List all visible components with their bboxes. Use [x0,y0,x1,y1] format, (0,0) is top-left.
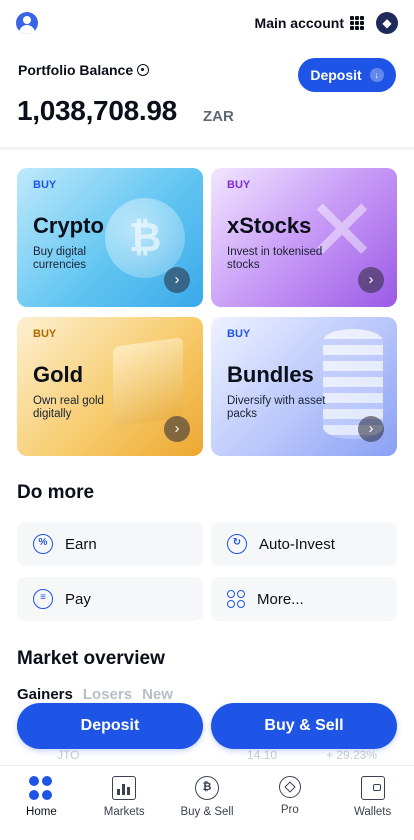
card-title: Bundles [227,362,314,387]
deposit-cta-button[interactable]: Deposit [17,703,203,749]
profile-avatar-icon[interactable] [16,12,38,34]
section-divider [0,147,414,150]
balance-amount: 1,038,708.98 [17,95,177,126]
tab-gainers[interactable]: Gainers [17,686,73,703]
card-tag: BUY [33,328,57,340]
table-row: JTO 14.10 + 29.23% [17,748,397,764]
deposit-button-label: Deposit [310,67,362,83]
nav-home-label: Home [26,806,57,818]
tab-new[interactable]: New [142,686,173,703]
asset-name: JTO [57,748,80,762]
balance-currency: ZAR [203,108,234,125]
market-tabs: Gainers Losers New [17,686,173,703]
bottom-nav: Home Markets ₿ Buy & Sell Pro Wallets [0,765,414,840]
portfolio-balance-label: Portfolio Balance [18,62,150,78]
chevron-right-icon[interactable]: › [358,416,384,442]
eye-icon[interactable] [137,64,150,76]
nav-wallets[interactable]: Wallets [331,766,414,840]
chevron-right-icon[interactable]: › [164,267,190,293]
card-crypto[interactable]: ₿ BUY Crypto Buy digital currencies › [17,168,203,307]
card-description: Own real gold digitally [33,395,104,420]
home-icon [29,776,53,800]
bitcoin-icon: ₿ [194,776,219,800]
more-label: More... [257,590,304,608]
card-title: Gold [33,362,84,387]
earn-button[interactable]: % Earn [17,522,203,566]
more-grid-icon [227,590,245,608]
buy-sell-cta-button[interactable]: Buy & Sell [211,703,397,749]
chevron-right-icon[interactable]: › [164,416,190,442]
do-more-title: Do more [17,482,95,503]
chevron-right-icon[interactable]: › [358,267,384,293]
card-tag: BUY [33,179,57,191]
more-button[interactable]: More... [211,577,397,621]
card-bundles[interactable]: BUY Bundles Diversify with asset packs › [211,317,397,456]
market-overview-title: Market overview [17,648,165,669]
percent-icon: % [33,534,53,554]
portfolio-balance-text: Portfolio Balance [18,62,134,78]
pay-button[interactable]: ≡ Pay [17,577,203,621]
nav-wallets-label: Wallets [353,806,392,818]
top-bar: Main account ◆ [0,0,414,48]
auto-invest-button[interactable]: ↻ Auto-Invest [211,522,397,566]
earn-label: Earn [65,535,97,553]
tab-losers[interactable]: Losers [83,686,132,703]
nav-pro-label: Pro [280,804,299,816]
card-xstocks[interactable]: ✕ BUY xStocks Invest in tokenised stocks… [211,168,397,307]
card-gold[interactable]: BUY Gold Own real gold digitally › [17,317,203,456]
deposit-button[interactable]: Deposit ↓ [298,58,396,92]
pay-icon: ≡ [33,589,53,609]
card-description: Invest in tokenised stocks [227,246,323,271]
brand-logo-icon[interactable]: ◆ [376,12,398,34]
wallet-icon [360,776,385,800]
card-title: xStocks [227,213,312,238]
recurring-icon: ↻ [227,534,247,554]
nav-markets[interactable]: Markets [83,766,166,840]
auto-invest-label: Auto-Invest [259,535,335,553]
pay-label: Pay [65,590,91,608]
card-tag: BUY [227,328,251,340]
asset-price: 14.10 [247,748,278,762]
account-switcher[interactable]: Main account [255,15,344,31]
chart-icon [112,776,137,800]
asset-change: + 29.23% [325,748,377,762]
nav-pro[interactable]: Pro [248,766,331,840]
apps-grid-icon[interactable] [350,16,364,30]
nav-buy-sell-label: Buy & Sell [180,806,234,818]
card-title: Crypto [33,213,104,238]
arrow-down-icon: ↓ [369,68,384,82]
card-description: Diversify with asset packs [227,395,326,420]
nav-home[interactable]: Home [0,766,83,840]
diamond-icon [278,776,301,798]
card-tag: BUY [227,179,251,191]
nav-markets-label: Markets [103,806,145,818]
card-description: Buy digital currencies [33,246,87,271]
nav-buy-sell[interactable]: ₿ Buy & Sell [166,766,249,840]
